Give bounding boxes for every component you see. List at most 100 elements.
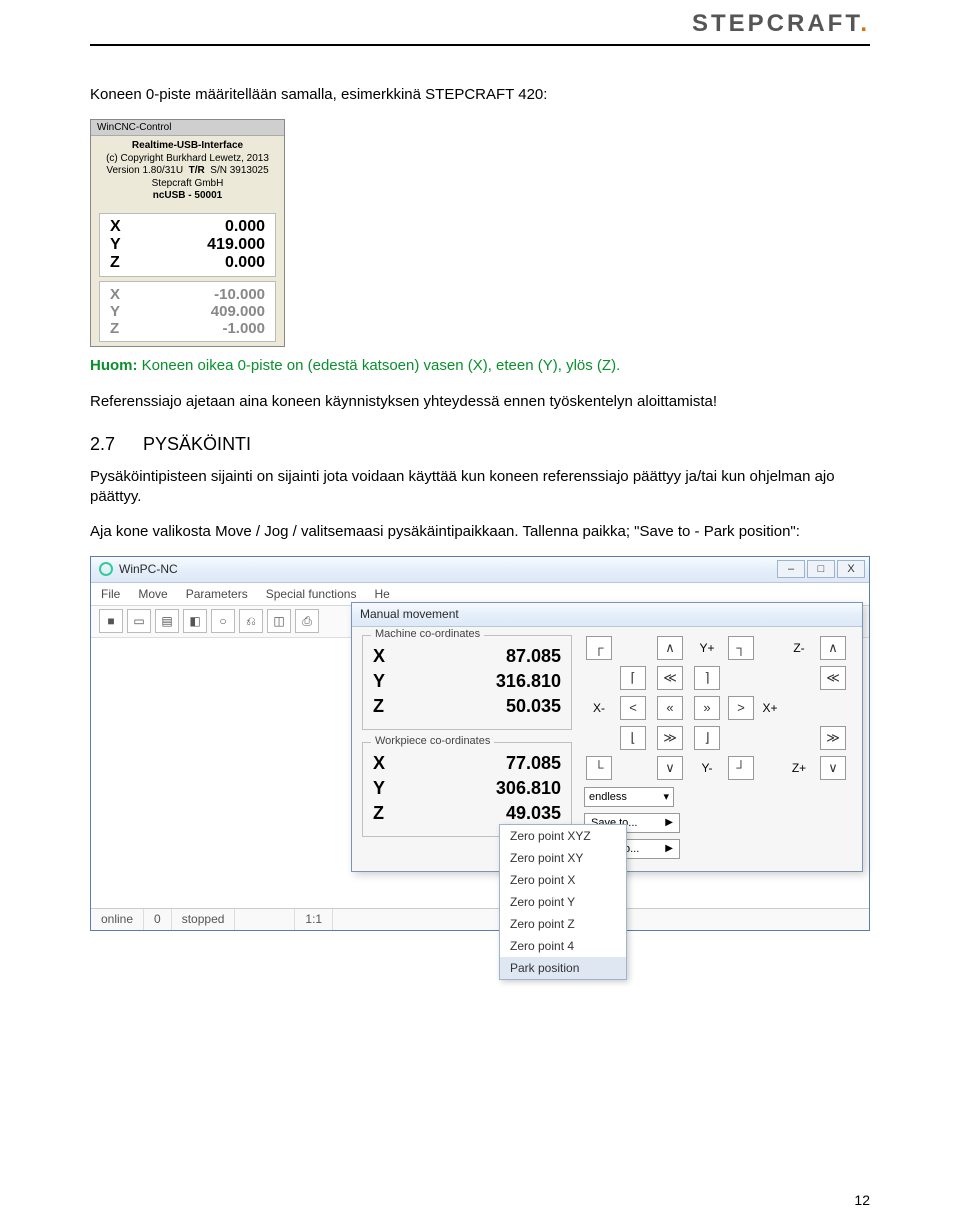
jog-x-plus-icon[interactable]: > — [728, 696, 754, 720]
mc-row: Y316.810 — [373, 669, 561, 694]
green-note-text: Koneen oikea 0-piste on (edestä katsoen)… — [138, 357, 621, 374]
active-coord-row: Z0.000 — [106, 254, 269, 272]
wincnc-meta-sn: S/N 3913025 — [210, 165, 268, 176]
step-dropdown-value: endless — [589, 791, 627, 803]
label-x-minus: X- — [593, 701, 605, 715]
tb-btn-2[interactable]: ▭ — [127, 609, 151, 633]
ref-text: Referenssiajo ajetaan aina koneen käynni… — [90, 392, 870, 412]
section-title: PYSÄKÖINTI — [143, 434, 251, 455]
menu-special-functions[interactable]: Special functions — [266, 587, 357, 601]
section-p2: Aja kone valikosta Move / Jog / valitsem… — [90, 522, 870, 542]
brand-logo-dot: . — [860, 10, 870, 37]
active-coord-row: X0.000 — [106, 218, 269, 236]
jog-sw-fast-icon[interactable]: ⌊ — [620, 726, 646, 750]
winpc-window: WinPC-NC – □ X File Move Parameters Spec… — [90, 556, 870, 931]
wincnc-window: WinCNC-Control Realtime-USB-Interface (c… — [90, 119, 285, 347]
jog-x-plus-fast-icon[interactable]: » — [694, 696, 720, 720]
menu-parameters[interactable]: Parameters — [186, 587, 248, 601]
workpiece-coords-legend: Workpiece co-ordinates — [371, 735, 494, 747]
jog-y-minus-icon[interactable]: ∨ — [657, 756, 683, 780]
section-p1: Pysäköintipisteen sijainti on sijainti j… — [90, 467, 870, 508]
mm-title[interactable]: Manual movement — [352, 603, 862, 627]
app-title: WinPC-NC — [119, 562, 178, 576]
wincnc-meta: Realtime-USB-Interface (c) Copyright Bur… — [91, 136, 284, 209]
section-heading: 2.7 PYSÄKÖINTI — [90, 434, 870, 455]
muted-coord-row: Y409.000 — [106, 303, 269, 320]
tb-btn-7[interactable]: ◫ — [267, 609, 291, 633]
wincnc-meta-line4: Stepcraft GmbH — [152, 178, 224, 189]
menu-item-zero-xy[interactable]: Zero point XY — [500, 847, 626, 869]
app-icon — [99, 562, 113, 576]
jog-z-plus-icon[interactable]: ∨ — [820, 756, 846, 780]
wincnc-meta-tr: T/R — [189, 165, 205, 176]
jog-z-plus-fast-icon[interactable]: ≫ — [820, 726, 846, 750]
jog-x-minus-fast-icon[interactable]: « — [657, 696, 683, 720]
menu-item-zero-z[interactable]: Zero point Z — [500, 913, 626, 935]
jog-ne-fast-icon[interactable]: ⌉ — [694, 666, 720, 690]
tb-btn-6[interactable]: ⎌ — [239, 609, 263, 633]
window-minimize-button[interactable]: – — [777, 560, 805, 578]
mc-row: Z50.035 — [373, 694, 561, 719]
menu-move[interactable]: Move — [138, 587, 167, 601]
menu-item-park-position[interactable]: Park position — [500, 957, 626, 979]
menu-item-zero-xyz[interactable]: Zero point XYZ — [500, 825, 626, 847]
status-state: stopped — [172, 909, 236, 930]
tb-btn-5[interactable]: ○ — [211, 609, 235, 633]
window-maximize-button[interactable]: □ — [807, 560, 835, 578]
jog-sw-icon[interactable]: └ — [586, 756, 612, 780]
muted-coord-row: X-10.000 — [106, 286, 269, 303]
menu-item-zero-4[interactable]: Zero point 4 — [500, 935, 626, 957]
jog-z-minus-icon[interactable]: ∧ — [820, 636, 846, 660]
status-zoom: 1:1 — [295, 909, 333, 930]
jog-y-minus-fast-icon[interactable]: ≫ — [657, 726, 683, 750]
wc-row: Y306.810 — [373, 776, 561, 801]
jog-nw-fast-icon[interactable]: ⌈ — [620, 666, 646, 690]
tb-btn-4[interactable]: ◧ — [183, 609, 207, 633]
label-y-plus: Y+ — [699, 641, 714, 655]
wincnc-meta-line5: ncUSB - 50001 — [153, 190, 222, 201]
mc-row: X87.085 — [373, 644, 561, 669]
header-rule — [90, 44, 870, 46]
muted-coords: X-10.000 Y409.000 Z-1.000 — [99, 281, 276, 342]
intro-text: Koneen 0-piste määritellään samalla, esi… — [90, 85, 870, 105]
saveto-submenu: Zero point XYZ Zero point XY Zero point … — [499, 824, 627, 980]
jog-se-fast-icon[interactable]: ⌋ — [694, 726, 720, 750]
jog-ne-icon[interactable]: ┐ — [728, 636, 754, 660]
winpc-titlebar[interactable]: WinPC-NC – □ X — [91, 557, 869, 583]
tb-btn-1[interactable]: ■ — [99, 609, 123, 633]
tb-btn-3[interactable]: ▤ — [155, 609, 179, 633]
wincnc-meta-line1: Realtime-USB-Interface — [132, 140, 243, 151]
arrow-right-icon: ▶ — [665, 817, 673, 828]
menu-file[interactable]: File — [101, 587, 120, 601]
muted-coord-row: Z-1.000 — [106, 320, 269, 337]
workpiece-coords-group: Workpiece co-ordinates X77.085 Y306.810 … — [362, 742, 572, 837]
jog-nw-icon[interactable]: ┌ — [586, 636, 612, 660]
status-num: 0 — [144, 909, 172, 930]
menu-item-zero-x[interactable]: Zero point X — [500, 869, 626, 891]
status-online: online — [91, 909, 144, 930]
winpc-statusbar: online 0 stopped 1:1 — [91, 908, 869, 930]
label-z-plus: Z+ — [792, 761, 806, 775]
jog-y-plus-icon[interactable]: ∧ — [657, 636, 683, 660]
green-note-label: Huom: — [90, 357, 138, 374]
page-number: 12 — [854, 1192, 870, 1208]
tb-btn-8[interactable]: ⎙ — [295, 609, 319, 633]
label-y-minus: Y- — [702, 761, 713, 775]
jog-grid: ┌∧Y+┐Z-∧ ⌈≪⌉≪ X-<«»>X+ ⌊≫⌋≫ └∨Y-┘Z+∨ — [584, 635, 852, 781]
menu-item-zero-y[interactable]: Zero point Y — [500, 891, 626, 913]
brand-logo-text: STEPCRAFT — [692, 10, 860, 37]
wincnc-meta-ver: Version 1.80/31U — [106, 165, 183, 176]
jog-x-minus-icon[interactable]: < — [620, 696, 646, 720]
jog-z-minus-fast-icon[interactable]: ≪ — [820, 666, 846, 690]
label-x-plus: X+ — [762, 701, 777, 715]
window-close-button[interactable]: X — [837, 560, 865, 578]
wincnc-title: WinCNC-Control — [91, 120, 284, 136]
menu-help-truncated[interactable]: He — [374, 587, 389, 601]
green-note: Huom: Koneen oikea 0-piste on (edestä ka… — [90, 357, 870, 374]
step-dropdown[interactable]: endless▾ — [584, 787, 674, 807]
section-number: 2.7 — [90, 434, 115, 455]
wc-row: Z49.035 — [373, 801, 561, 826]
brand-logo: STEPCRAFT. — [692, 10, 870, 38]
jog-y-plus-fast-icon[interactable]: ≪ — [657, 666, 683, 690]
jog-se-icon[interactable]: ┘ — [728, 756, 754, 780]
